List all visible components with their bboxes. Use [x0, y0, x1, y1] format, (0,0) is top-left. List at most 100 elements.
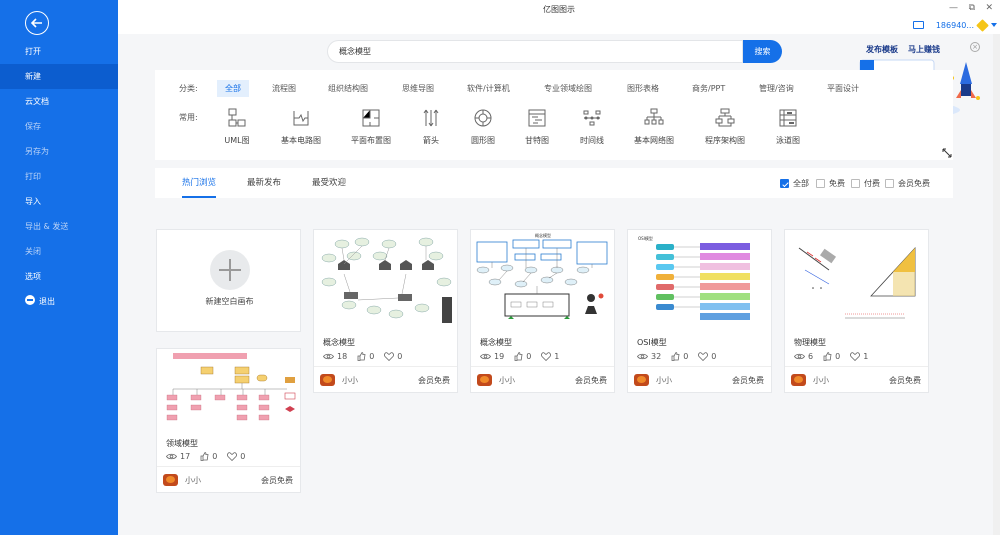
app-title: 亿图图示 [543, 5, 575, 14]
tab-category-business-ppt[interactable]: 商务/PPT [684, 80, 733, 97]
thumb-title: 概念模型 [535, 232, 551, 238]
back-button[interactable] [25, 11, 49, 35]
sidebar-item-export[interactable]: 导出 & 发送 [0, 214, 118, 239]
search-button[interactable]: 搜索 [743, 40, 782, 63]
tab-hot[interactable]: 热门浏览 [182, 168, 217, 198]
checkbox-icon[interactable] [816, 179, 825, 188]
message-icon[interactable] [912, 21, 924, 29]
minimize-button[interactable]: — [949, 3, 958, 13]
collapse-icon[interactable] [942, 148, 952, 158]
favs-stat[interactable]: 1 [541, 352, 559, 361]
tab-category-org-chart[interactable]: 组织结构图 [320, 80, 376, 97]
close-button[interactable]: ✕ [985, 3, 993, 13]
promo-publish: 发布模板 [866, 45, 898, 54]
sidebar-item-cloud-docs[interactable]: 云文档 [0, 89, 118, 114]
likes-stat[interactable]: 0 [823, 352, 840, 361]
likes-stat[interactable]: 0 [200, 452, 217, 461]
filter-paid[interactable]: 付费 [851, 178, 880, 189]
likes-stat[interactable]: 0 [514, 352, 531, 361]
thumb-title: OSI模型 [638, 235, 653, 241]
tab-category-mindmap[interactable]: 思维导图 [394, 80, 442, 97]
restore-button[interactable]: ⧉ [969, 3, 975, 13]
tab-category-graphic-table[interactable]: 图形表格 [619, 80, 667, 97]
favs-stat[interactable]: 0 [384, 352, 402, 361]
program-arch-icon [715, 108, 735, 127]
thumbs-up-icon [514, 352, 523, 361]
template-thumbnail: 概念模型 [476, 232, 608, 319]
favs-stat[interactable]: 0 [227, 452, 245, 461]
quick-circle[interactable]: 圆形图 [453, 108, 513, 146]
tab-category-professional[interactable]: 专业领域绘图 [536, 80, 600, 97]
filter-free[interactable]: 免费 [816, 178, 845, 189]
tab-category-graphic-design[interactable]: 平面设计 [819, 80, 867, 97]
checkbox-icon[interactable] [780, 179, 789, 188]
favs-stat[interactable]: 1 [850, 352, 868, 361]
sidebar-item-save[interactable]: 保存 [0, 114, 118, 139]
likes-count: 0 [835, 352, 841, 361]
promo-close-icon[interactable]: × [970, 42, 980, 52]
template-card[interactable]: 领域模型 17 0 0 小小 会员免费 [156, 348, 301, 493]
likes-count: 0 [683, 352, 689, 361]
category-label: 分类: [179, 84, 198, 93]
card-author[interactable]: 小小 [791, 374, 829, 386]
favs-count: 0 [711, 352, 717, 361]
template-card[interactable]: 概念模型 概念模型 19 0 1 小小 会员免费 [470, 229, 615, 393]
sidebar-item-options[interactable]: 选项 [0, 264, 118, 289]
quick-label: 圆形图 [471, 136, 495, 145]
sidebar-item-save-as[interactable]: 另存为 [0, 139, 118, 164]
filter-member-free[interactable]: 会员免费 [885, 178, 930, 189]
card-author[interactable]: 小小 [634, 374, 672, 386]
views-count: 19 [494, 352, 505, 361]
card-price: 会员免费 [732, 376, 764, 385]
promo-earn: 马上赚钱 [908, 45, 940, 54]
tab-category-management[interactable]: 管理/咨询 [751, 80, 802, 97]
card-author[interactable]: 小小 [320, 374, 358, 386]
tab-popular[interactable]: 最受欢迎 [312, 168, 346, 198]
views-count: 17 [180, 452, 191, 461]
card-author[interactable]: 小小 [477, 374, 515, 386]
quick-arrow[interactable]: 箭头 [401, 108, 461, 146]
quick-gantt[interactable]: 甘特图 [507, 108, 567, 146]
filter-label: 免费 [829, 179, 845, 188]
likes-stat[interactable]: 0 [671, 352, 688, 361]
checkbox-icon[interactable] [851, 179, 860, 188]
user-area[interactable]: 186940... [912, 18, 997, 32]
template-card[interactable]: 概念模型 18 0 0 小小 会员免费 [313, 229, 458, 393]
quick-uml[interactable]: UML图 [207, 108, 267, 146]
template-card[interactable]: OSI模型 OSI模型 32 0 0 小小 会员免费 [627, 229, 772, 393]
chevron-down-icon[interactable] [991, 23, 997, 27]
quick-program-arch[interactable]: 程序架构图 [695, 108, 755, 146]
sidebar-item-open[interactable]: 打开 [0, 39, 118, 64]
tab-category-software[interactable]: 软件/计算机 [459, 80, 518, 97]
user-account[interactable]: 186940... [936, 21, 974, 30]
filter-label: 会员免费 [898, 179, 930, 188]
checkbox-icon[interactable] [885, 179, 894, 188]
scrollbar[interactable] [993, 34, 1000, 535]
sidebar-item-print[interactable]: 打印 [0, 164, 118, 189]
new-blank-canvas[interactable]: 新建空白画布 [156, 229, 301, 332]
quick-swimlane[interactable]: 泳道图 [758, 108, 818, 146]
sidebar-item-exit[interactable]: 退出 [0, 289, 118, 314]
sidebar-item-new[interactable]: 新建 [0, 64, 118, 89]
network-icon [644, 108, 664, 125]
quick-timeline[interactable]: 时间线 [562, 108, 622, 146]
tab-category-all[interactable]: 全部 [217, 80, 249, 97]
template-card[interactable]: 物理模型 6 0 1 小小 会员免费 [784, 229, 929, 393]
quick-network[interactable]: 基本网络图 [624, 108, 684, 146]
likes-stat[interactable]: 0 [357, 352, 374, 361]
search-input[interactable]: 概念模型 [327, 40, 743, 63]
quick-circuit[interactable]: 基本电路图 [271, 108, 331, 146]
favs-stat[interactable]: 0 [698, 352, 716, 361]
filter-all[interactable]: 全部 [780, 178, 809, 189]
card-author[interactable]: 小小 [163, 474, 201, 486]
card-price: 会员免费 [889, 376, 921, 385]
tab-latest[interactable]: 最新发布 [247, 168, 281, 198]
quick-floorplan[interactable]: 平面布置图 [341, 108, 401, 146]
category-panel: 分类: 全部 流程图 组织结构图 思维导图 软件/计算机 专业领域绘图 图形表格… [155, 70, 953, 160]
sidebar-item-label: 导入 [25, 197, 41, 206]
sidebar-item-label: 新建 [25, 72, 41, 81]
sidebar-item-import[interactable]: 导入 [0, 189, 118, 214]
sidebar-item-close[interactable]: 关闭 [0, 239, 118, 264]
tab-category-flowchart[interactable]: 流程图 [264, 80, 304, 97]
eye-icon [637, 353, 648, 360]
